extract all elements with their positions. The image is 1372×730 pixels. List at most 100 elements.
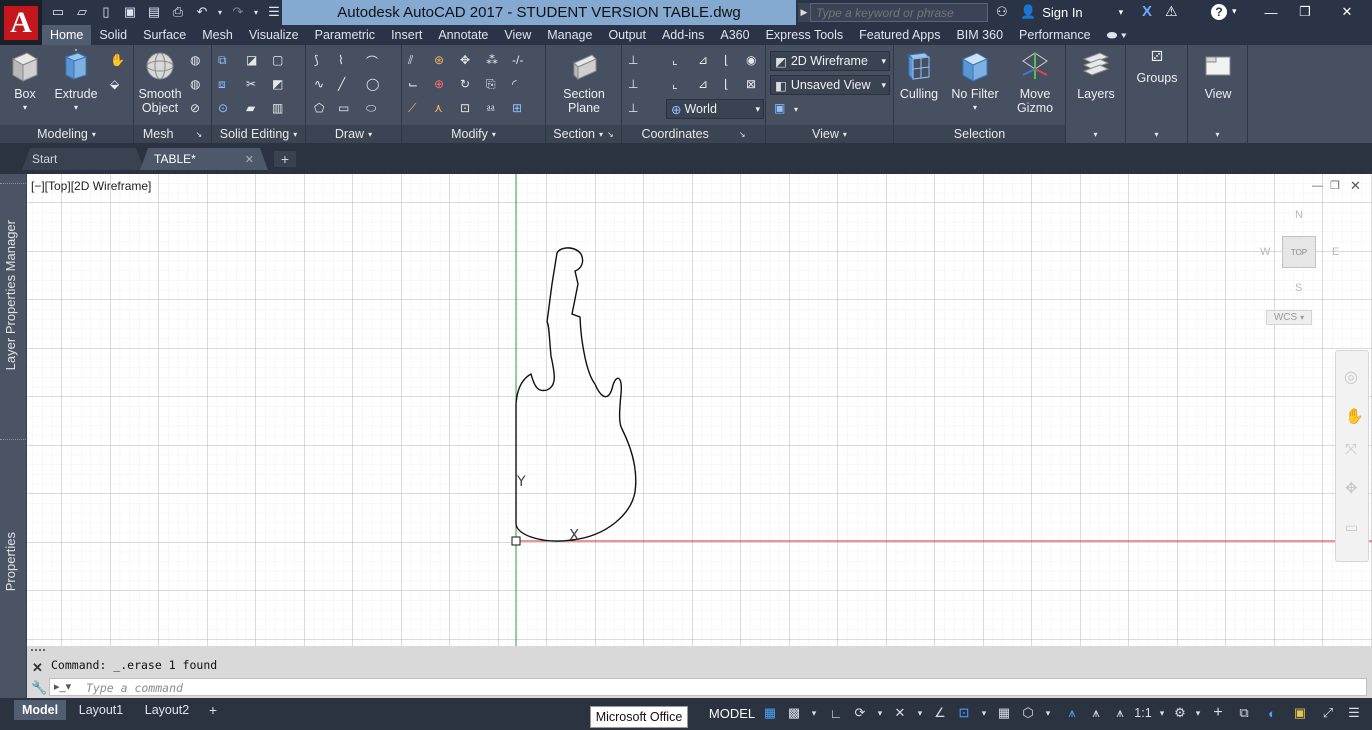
drawing-viewport[interactable]: Y X [−][Top][2D Wireframe] — ❐ ✕ N W E S…: [27, 174, 1372, 646]
save-icon[interactable]: ▣: [120, 2, 140, 22]
hardware-acceleration-icon[interactable]: ◐: [1262, 703, 1282, 723]
scale-dropdown-icon[interactable]: ▾: [1152, 703, 1172, 723]
arc-icon[interactable]: ⌒: [366, 53, 384, 71]
mesh-smooth-less-icon[interactable]: ◍: [190, 77, 208, 95]
ucs-select[interactable]: ⊕ World ▾: [666, 99, 764, 119]
ucs-z-icon[interactable]: ⌊: [724, 53, 742, 71]
viewcube-top-face[interactable]: TOP: [1282, 236, 1316, 268]
showmotion-icon[interactable]: ▭: [1345, 519, 1358, 536]
polygon-icon[interactable]: ⬠: [314, 101, 332, 119]
clean-screen-icon[interactable]: ▣: [1290, 703, 1310, 723]
object-snap-tracking-icon[interactable]: ∠: [930, 703, 950, 723]
open-sheet-icon[interactable]: ▯: [96, 2, 116, 22]
object-snap-icon[interactable]: ⊡: [954, 703, 974, 723]
mesh-refine-icon[interactable]: ⊘: [190, 101, 208, 119]
layers-panel-expand[interactable]: ▾: [1066, 125, 1125, 143]
thicken-icon[interactable]: ▰: [246, 101, 264, 119]
move-gizmo-button[interactable]: Move Gizmo: [1010, 49, 1060, 115]
grid-display-icon[interactable]: ▦: [760, 703, 780, 723]
zoom-extents-icon[interactable]: ⤧: [1345, 441, 1357, 458]
customization-menu-icon[interactable]: ☰: [1344, 703, 1364, 723]
ucs-previous-icon[interactable]: ⌞: [672, 77, 690, 95]
steering-wheel-icon[interactable]: ◎: [1344, 367, 1358, 387]
no-filter-button[interactable]: No Filter ▾: [946, 49, 1004, 115]
smooth-object-button[interactable]: Smooth Object: [136, 49, 184, 115]
minimize-button[interactable]: —: [1254, 0, 1288, 24]
compass-west[interactable]: W: [1260, 246, 1270, 258]
rotate-icon[interactable]: ↻: [460, 77, 478, 95]
tab-annotate[interactable]: Annotate: [430, 25, 496, 45]
ucs-origin-icon[interactable]: ⌞: [672, 53, 690, 71]
tab-a360[interactable]: A360: [712, 25, 757, 45]
ucs-x-icon[interactable]: ⊿: [698, 53, 716, 71]
layout-tab-model[interactable]: Model: [14, 700, 66, 720]
orbit-icon[interactable]: ✥: [1345, 479, 1358, 497]
model-space-button[interactable]: MODEL: [706, 702, 758, 724]
ucs-named-icon[interactable]: ⊥: [628, 101, 646, 119]
auto-scale-icon[interactable]: ⩚: [1086, 703, 1106, 723]
circle-icon[interactable]: ◯: [366, 77, 384, 95]
isodraft-dropdown-icon[interactable]: ▾: [910, 703, 930, 723]
annotation-scale-icon[interactable]: ⩚: [1110, 703, 1130, 723]
imprint-icon[interactable]: ◩: [272, 77, 290, 95]
redo-icon[interactable]: ↷: [228, 2, 248, 22]
box-button[interactable]: Box ▾: [6, 49, 44, 115]
isolate-objects-icon[interactable]: ⧉: [1234, 703, 1254, 723]
view-panel-expand[interactable]: ▾: [1188, 125, 1247, 143]
visual-style-select[interactable]: ◩ 2D Wireframe ▾: [770, 51, 890, 71]
view-panel-title[interactable]: View ▾: [766, 125, 893, 143]
tab-home[interactable]: Home: [42, 25, 92, 45]
stretch-icon[interactable]: ⎂: [486, 101, 504, 119]
palette-grip[interactable]: [0, 176, 26, 184]
union-icon[interactable]: ⧉: [218, 53, 236, 71]
recent-commands-icon[interactable]: ▸_▾: [54, 680, 71, 693]
coordinates-panel-title[interactable]: Coordinates ↘: [622, 125, 765, 143]
layout-tab-layout2[interactable]: Layout2: [138, 700, 196, 720]
new-tab-button[interactable]: +: [274, 151, 296, 167]
ucs-zaxis-icon[interactable]: ⌊: [724, 77, 742, 95]
extrude-button[interactable]: Extrude ▾: [52, 49, 100, 115]
close-command-icon[interactable]: ✕: [32, 660, 43, 676]
viewcube[interactable]: N W E S TOP WCS ▾: [1254, 206, 1344, 326]
tab-visualize[interactable]: Visualize: [241, 25, 307, 45]
layer-properties-manager-tab[interactable]: Layer Properties Manager: [3, 220, 18, 370]
ortho-icon[interactable]: ∟: [826, 703, 846, 723]
selection-panel-title[interactable]: Selection: [894, 125, 1065, 143]
section-panel-title[interactable]: Section ▾ ↘: [546, 125, 621, 143]
modify-panel-title[interactable]: Modify ▾: [402, 125, 545, 143]
3d-move-icon[interactable]: ⌙: [408, 77, 426, 95]
snap-mode-icon[interactable]: ▩: [784, 703, 804, 723]
draw-line-icon[interactable]: ╱: [338, 77, 356, 95]
ribbon-minimize-toggle-icon[interactable]: ⬬ ▾: [1099, 25, 1135, 45]
fillet-edge-icon[interactable]: ◪: [246, 53, 264, 71]
mesh-panel-title[interactable]: Mesh ↘: [134, 125, 211, 143]
modeling-panel-title[interactable]: Modeling ▾: [0, 125, 133, 143]
plus-icon[interactable]: +: [1208, 703, 1228, 723]
compass-east[interactable]: E: [1332, 246, 1339, 258]
3d-osnap-dropdown-icon[interactable]: ▾: [1038, 703, 1058, 723]
help-dropdown-icon[interactable]: ▾: [1232, 6, 1237, 17]
tab-manage[interactable]: Manage: [539, 25, 600, 45]
compass-north[interactable]: N: [1295, 209, 1303, 221]
scale-icon[interactable]: ⊡: [460, 101, 478, 119]
compass-south[interactable]: S: [1295, 282, 1302, 294]
search-input[interactable]: [810, 3, 988, 22]
separate-icon[interactable]: ▥: [272, 101, 290, 119]
fillet-icon[interactable]: ◜: [512, 77, 530, 95]
save-as-icon[interactable]: ▤: [144, 2, 164, 22]
tab-featured-apps[interactable]: Featured Apps: [851, 25, 948, 45]
polar-tracking-icon[interactable]: ⟳: [850, 703, 870, 723]
solid-editing-panel-title[interactable]: Solid Editing ▾: [212, 125, 305, 143]
3d-osnap-icon[interactable]: ⬡: [1018, 703, 1038, 723]
tab-insert[interactable]: Insert: [383, 25, 430, 45]
command-input[interactable]: [86, 680, 1286, 695]
3d-rotate-icon[interactable]: ⊛: [434, 53, 452, 71]
subtract-icon[interactable]: ⧈: [218, 77, 236, 95]
tab-add-ins[interactable]: Add-ins: [654, 25, 712, 45]
tab-performance[interactable]: Performance: [1011, 25, 1099, 45]
tab-express-tools[interactable]: Express Tools: [758, 25, 852, 45]
transparency-icon[interactable]: ▦: [994, 703, 1014, 723]
viewport-close-icon[interactable]: ✕: [1350, 178, 1362, 193]
ucs-y-icon[interactable]: ⊿: [698, 77, 716, 95]
exchange-apps-icon[interactable]: X: [1142, 3, 1152, 20]
